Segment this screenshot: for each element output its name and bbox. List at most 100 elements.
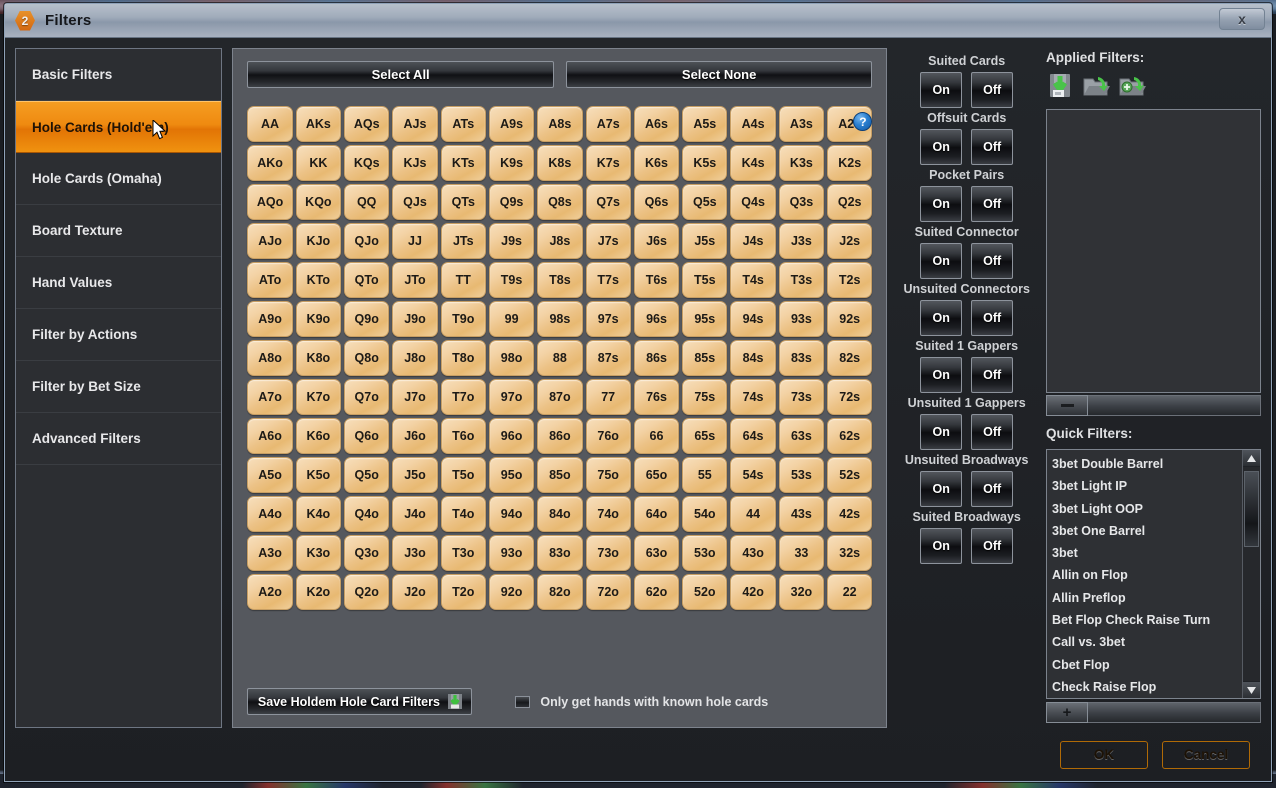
hand-cell[interactable]: K8s [537, 145, 583, 181]
hand-cell[interactable]: K6o [295, 418, 342, 454]
hand-cell[interactable]: 85o [537, 457, 583, 493]
hand-cell[interactable]: T8o [440, 340, 486, 376]
hand-cell[interactable]: JTo [392, 262, 438, 298]
hand-cell[interactable]: Q8o [344, 340, 390, 376]
hand-cell[interactable]: T7o [440, 379, 486, 415]
scrollbar-thumb[interactable] [1244, 471, 1259, 547]
quick-filter-item[interactable]: Bet Flop Check Raise Turn [1052, 609, 1242, 631]
hand-cell[interactable]: 74o [585, 496, 631, 532]
hand-cell[interactable]: 74s [730, 379, 776, 415]
hand-cell[interactable]: KTs [440, 145, 486, 181]
close-icon[interactable]: x [1219, 8, 1265, 30]
toggle-on-unsuited-1-gappers[interactable]: On [920, 414, 963, 450]
hand-cell[interactable]: 52s [827, 457, 873, 493]
hand-cell[interactable]: T4s [730, 262, 776, 298]
hand-cell[interactable]: JJ [392, 223, 438, 259]
hand-cell[interactable]: KK [295, 145, 342, 181]
scroll-down-icon[interactable] [1243, 681, 1260, 698]
hand-cell[interactable]: J5s [682, 223, 728, 259]
hand-cell[interactable]: 84o [537, 496, 583, 532]
hand-cell[interactable]: TT [440, 262, 486, 298]
hand-cell[interactable]: AA [247, 106, 293, 142]
toggle-on-suited-cards[interactable]: On [920, 72, 963, 108]
hand-cell[interactable]: J9o [392, 301, 438, 337]
hand-cell[interactable]: A3o [247, 535, 293, 571]
hand-cell[interactable]: 72s [827, 379, 873, 415]
hand-cell[interactable]: A6s [633, 106, 680, 142]
hand-cell[interactable]: 42o [730, 574, 776, 610]
toggle-off-suited-cards[interactable]: Off [971, 72, 1014, 108]
hand-cell[interactable]: K4o [295, 496, 342, 532]
hand-cell[interactable]: KQo [295, 184, 342, 220]
hand-cell[interactable]: 96o [488, 418, 535, 454]
sidebar-item-filter-by-actions[interactable]: Filter by Actions [16, 309, 222, 361]
hand-cell[interactable]: T5s [682, 262, 728, 298]
hand-cell[interactable]: 93s [778, 301, 825, 337]
hand-cell[interactable]: Q6o [344, 418, 390, 454]
hand-cell[interactable]: A9o [247, 301, 293, 337]
hand-cell[interactable]: T2o [440, 574, 486, 610]
hand-cell[interactable]: J2s [827, 223, 873, 259]
toggle-off-unsuited-broadways[interactable]: Off [971, 471, 1014, 507]
hand-cell[interactable]: T6s [633, 262, 680, 298]
hand-cell[interactable]: Q2o [344, 574, 390, 610]
hand-cell[interactable]: Q7s [585, 184, 631, 220]
hand-cell[interactable]: 94o [488, 496, 535, 532]
toggle-on-pocket-pairs[interactable]: On [920, 186, 963, 222]
hand-cell[interactable]: Q4s [730, 184, 776, 220]
hand-cell[interactable]: K7s [585, 145, 631, 181]
cancel-button[interactable]: Cancel [1162, 740, 1250, 769]
toggle-on-unsuited-broadways[interactable]: On [920, 471, 963, 507]
toggle-on-offsuit-cards[interactable]: On [920, 129, 963, 165]
hand-cell[interactable]: 82o [537, 574, 583, 610]
hand-cell[interactable]: J2o [392, 574, 438, 610]
hand-cell[interactable]: T3o [440, 535, 486, 571]
hand-cell[interactable]: 75s [682, 379, 728, 415]
hand-cell[interactable]: 83o [537, 535, 583, 571]
hand-cell[interactable]: AQs [344, 106, 390, 142]
hand-cell[interactable]: A8o [247, 340, 293, 376]
scrollbar-track[interactable] [1243, 467, 1260, 681]
hand-cell[interactable]: 62o [633, 574, 680, 610]
select-none-button[interactable]: Select None [565, 61, 873, 88]
hand-cell[interactable]: 85s [682, 340, 728, 376]
hand-cell[interactable]: K2o [295, 574, 342, 610]
sidebar-item-hole-cards-hold-em[interactable]: Hole Cards (Hold'em) [16, 101, 222, 153]
hand-cell[interactable]: 87o [537, 379, 583, 415]
hand-cell[interactable]: KTo [295, 262, 342, 298]
hand-cell[interactable]: 95s [682, 301, 728, 337]
hand-cell[interactable]: Q8s [537, 184, 583, 220]
hand-cell[interactable]: 84s [730, 340, 776, 376]
hand-cell[interactable]: JTs [440, 223, 486, 259]
hand-cell[interactable]: K2s [827, 145, 873, 181]
hand-cell[interactable]: 52o [682, 574, 728, 610]
applied-filters-list[interactable] [1046, 109, 1261, 393]
hand-cell[interactable]: J8o [392, 340, 438, 376]
save-hole-card-filters-button[interactable]: Save Holdem Hole Card Filters [247, 688, 473, 715]
hand-cell[interactable]: K8o [295, 340, 342, 376]
hand-cell[interactable]: K5o [295, 457, 342, 493]
hand-cell[interactable]: 44 [730, 496, 776, 532]
hand-cell[interactable]: T8s [537, 262, 583, 298]
hand-cell[interactable]: 86s [633, 340, 680, 376]
hand-cell[interactable]: 33 [778, 535, 825, 571]
quick-filter-item[interactable]: 3bet Light OOP [1052, 498, 1242, 520]
quick-filter-item[interactable]: Allin on Flop [1052, 564, 1242, 586]
hand-cell[interactable]: 72o [585, 574, 631, 610]
quick-filter-item[interactable]: Check Raise Flop [1052, 676, 1242, 698]
hand-cell[interactable]: J6s [633, 223, 680, 259]
known-hole-cards-checkbox[interactable]: Only get hands with known hole cards [515, 695, 768, 709]
hand-cell[interactable]: 65o [633, 457, 680, 493]
hand-cell[interactable]: 54s [730, 457, 776, 493]
toggle-on-unsuited-connectors[interactable]: On [920, 300, 963, 336]
hand-cell[interactable]: 86o [537, 418, 583, 454]
hand-cell[interactable]: K7o [295, 379, 342, 415]
hand-cell[interactable]: 93o [488, 535, 535, 571]
quick-filter-item[interactable]: 3bet Double Barrel [1052, 453, 1242, 475]
hand-cell[interactable]: Q6s [633, 184, 680, 220]
hand-cell[interactable]: 82s [827, 340, 873, 376]
hand-cell[interactable]: J8s [537, 223, 583, 259]
toggle-on-suited-1-gappers[interactable]: On [920, 357, 963, 393]
hand-cell[interactable]: A5s [682, 106, 728, 142]
save-filter-icon[interactable] [1046, 73, 1074, 99]
